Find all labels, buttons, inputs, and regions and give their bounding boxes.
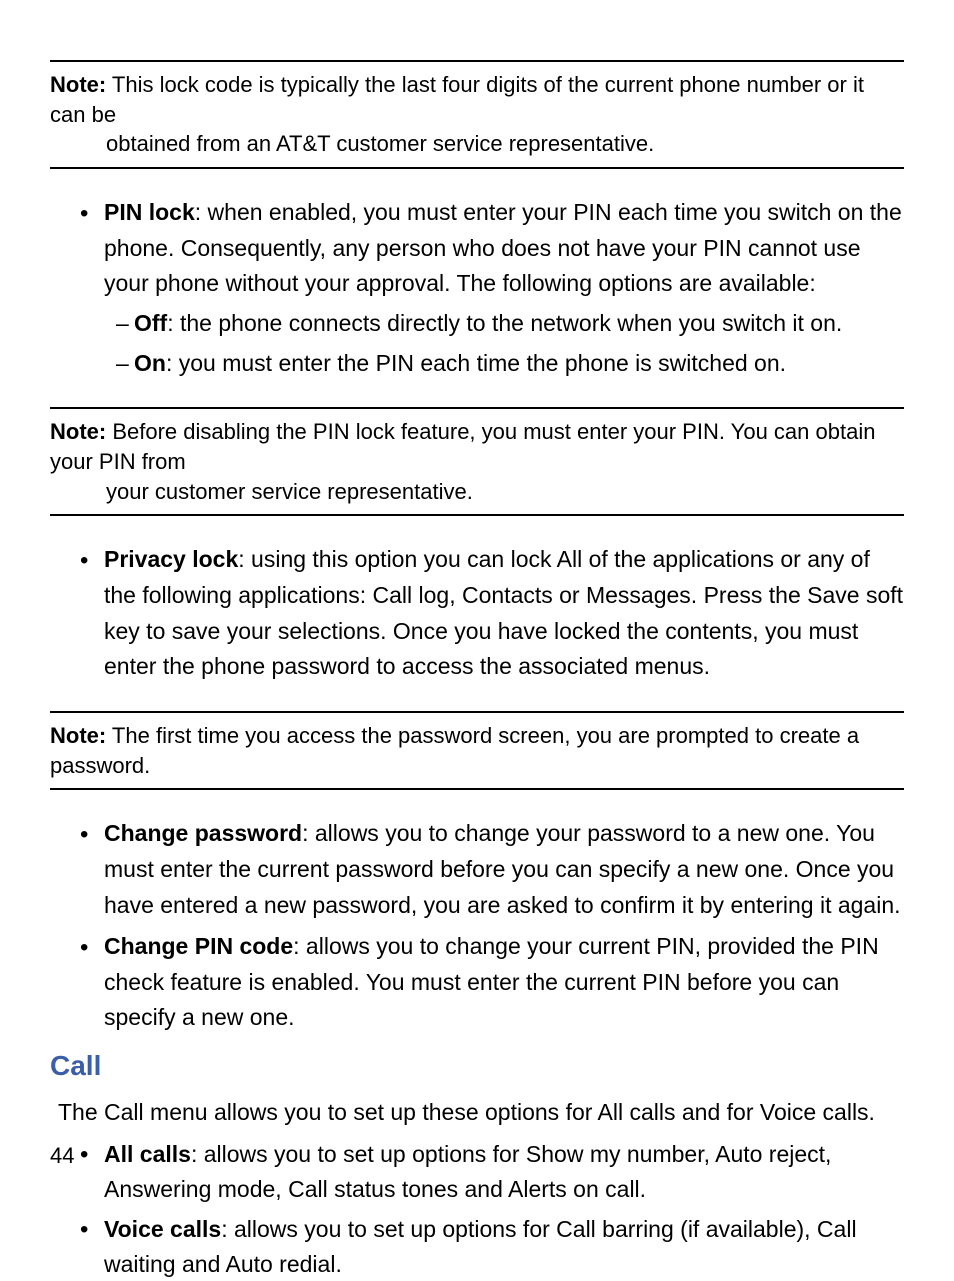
voice-calls-item: Voice calls: allows you to set up option… bbox=[80, 1212, 904, 1281]
change-pin-item: Change PIN code: allows you to change yo… bbox=[80, 929, 904, 1036]
pin-lock-on-item: On: you must enter the PIN each time the… bbox=[116, 346, 904, 382]
note-label: Note: bbox=[50, 419, 106, 444]
change-pin-title: Change PIN code bbox=[104, 933, 293, 959]
change-password-item: Change password: allows you to change yo… bbox=[80, 816, 904, 923]
call-intro-bold: Call menu bbox=[104, 1099, 208, 1125]
call-intro-post: allows you to set up these options for A… bbox=[208, 1099, 875, 1125]
call-intro-pre: The bbox=[58, 1099, 104, 1125]
on-desc: : you must enter the PIN each time the p… bbox=[166, 350, 786, 376]
call-heading: Call bbox=[50, 1050, 904, 1082]
pin-lock-list: PIN lock: when enabled, you must enter y… bbox=[50, 195, 904, 381]
off-label: Off bbox=[134, 310, 167, 336]
privacy-lock-item: Privacy lock: using this option you can … bbox=[80, 542, 904, 685]
note-label: Note: bbox=[50, 723, 106, 748]
note-content: Note: The first time you access the pass… bbox=[50, 721, 904, 780]
pin-lock-sub-list: Off: the phone connects directly to the … bbox=[104, 306, 904, 381]
all-calls-item: All calls: allows you to set up options … bbox=[80, 1137, 904, 1206]
all-calls-desc: : allows you to set up options for Show … bbox=[104, 1141, 831, 1202]
privacy-lock-title: Privacy lock bbox=[104, 546, 238, 572]
note-block-password-first: Note: The first time you access the pass… bbox=[50, 711, 904, 790]
call-options-list: All calls: allows you to set up options … bbox=[50, 1137, 904, 1281]
change-list: Change password: allows you to change yo… bbox=[50, 816, 904, 1036]
note-line1: Before disabling the PIN lock feature, y… bbox=[50, 419, 875, 474]
pin-lock-off-item: Off: the phone connects directly to the … bbox=[116, 306, 904, 342]
note-block-pin-disable: Note: Before disabling the PIN lock feat… bbox=[50, 407, 904, 516]
note-line2: your customer service representative. bbox=[50, 477, 904, 507]
privacy-lock-list: Privacy lock: using this option you can … bbox=[50, 542, 904, 685]
voice-calls-title: Voice calls bbox=[104, 1216, 221, 1242]
all-calls-title: All calls bbox=[104, 1141, 191, 1167]
note-line1: This lock code is typically the last fou… bbox=[50, 72, 864, 127]
note-content: Note: This lock code is typically the la… bbox=[50, 70, 904, 159]
on-label: On bbox=[134, 350, 166, 376]
note-line2: obtained from an AT&T customer service r… bbox=[50, 129, 904, 159]
page-number: 44 bbox=[50, 1143, 74, 1169]
call-intro: The Call menu allows you to set up these… bbox=[50, 1096, 904, 1129]
pin-lock-item: PIN lock: when enabled, you must enter y… bbox=[80, 195, 904, 381]
note-label: Note: bbox=[50, 72, 106, 97]
pin-lock-title: PIN lock bbox=[104, 199, 195, 225]
note-block-lock-code: Note: This lock code is typically the la… bbox=[50, 60, 904, 169]
note-text: The first time you access the password s… bbox=[50, 723, 859, 778]
change-password-title: Change password bbox=[104, 820, 302, 846]
pin-lock-desc: : when enabled, you must enter your PIN … bbox=[104, 199, 902, 296]
off-desc: : the phone connects directly to the net… bbox=[167, 310, 842, 336]
note-content: Note: Before disabling the PIN lock feat… bbox=[50, 417, 904, 506]
